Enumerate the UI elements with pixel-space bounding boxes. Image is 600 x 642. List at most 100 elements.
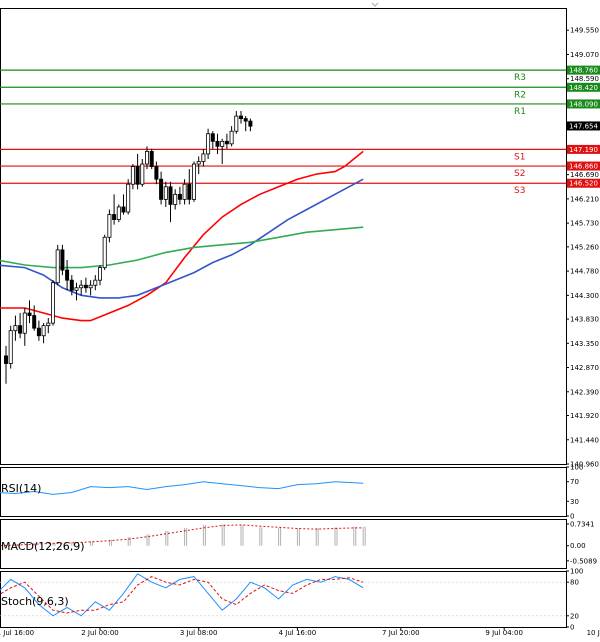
level-price-label-s1: 147.190 bbox=[569, 146, 598, 154]
candle-body bbox=[140, 163, 145, 185]
candle-body bbox=[201, 153, 206, 162]
price-y-tick-label: 146.210 bbox=[570, 195, 599, 203]
rsi-title: RSI(14) bbox=[1, 482, 41, 495]
candle-body bbox=[60, 249, 65, 271]
rsi-y-tick-label: 0 bbox=[570, 513, 574, 521]
price-y-tick-label: 148.590 bbox=[570, 75, 599, 83]
macd-title: MACD(12,26,9) bbox=[1, 540, 85, 553]
candle bbox=[149, 148, 154, 170]
price-y-tick-label: 144.300 bbox=[570, 292, 599, 300]
rsi-y-tick-label: 100 bbox=[570, 464, 583, 472]
level-price-label-r1: 148.090 bbox=[569, 100, 598, 108]
candle bbox=[126, 179, 131, 215]
candle-body bbox=[18, 325, 23, 334]
price-y-tick-label: 141.440 bbox=[570, 436, 599, 444]
candle-body bbox=[27, 312, 32, 316]
candle-body bbox=[168, 186, 173, 205]
price-y-tick-label: 143.350 bbox=[570, 340, 599, 348]
rsi-y-tick-label: 30 bbox=[570, 498, 579, 506]
candle bbox=[191, 161, 196, 202]
chart-window: 149.550149.070148.590148.110147.630147.1… bbox=[0, 0, 600, 638]
macd-panel-frame bbox=[0, 519, 567, 569]
candle-body bbox=[116, 206, 121, 220]
candle-body bbox=[93, 279, 98, 286]
candle-body bbox=[83, 284, 88, 289]
price-y-tick-label: 144.780 bbox=[570, 268, 599, 276]
candle-body bbox=[149, 151, 154, 167]
x-axis-tick-label: 7 Jul 20:00 bbox=[382, 629, 420, 637]
candle-body bbox=[191, 163, 196, 200]
candle-body bbox=[243, 118, 248, 122]
level-price-label-r2: 148.420 bbox=[569, 84, 598, 92]
price-y-tick-label: 141.920 bbox=[570, 412, 599, 420]
candle-body bbox=[173, 193, 178, 205]
price-y-tick-label: 143.830 bbox=[570, 316, 599, 324]
level-name-s3: S3 bbox=[514, 186, 525, 196]
candle-body bbox=[8, 330, 13, 364]
candle-body bbox=[98, 267, 103, 281]
candle-body bbox=[65, 269, 70, 281]
macd-y-tick-label: 0.00 bbox=[570, 542, 586, 550]
price-y-tick-label: 145.260 bbox=[570, 243, 599, 251]
stoch-panel-frame bbox=[0, 571, 567, 628]
candle bbox=[107, 209, 112, 243]
candle-body bbox=[177, 193, 182, 200]
candle bbox=[8, 325, 13, 369]
candle-body bbox=[32, 315, 37, 329]
candle-body bbox=[88, 284, 93, 289]
candle bbox=[51, 280, 56, 326]
candle-body bbox=[224, 140, 229, 145]
macd-y-tick-label: 0.7341 bbox=[570, 520, 595, 528]
price-y-tick-label: 146.690 bbox=[570, 171, 599, 179]
candle-body bbox=[215, 140, 220, 147]
level-name-r2: R2 bbox=[514, 90, 526, 100]
stoch-y-tick-label: 20 bbox=[570, 612, 579, 620]
stoch-y-tick-label: 80 bbox=[570, 579, 579, 587]
stoch-y-tick-label: 0 bbox=[570, 624, 574, 632]
rsi-panel-frame bbox=[0, 467, 567, 517]
candle-body bbox=[36, 327, 41, 337]
stoch-title: Stoch(9,6,3) bbox=[1, 595, 69, 608]
candle-body bbox=[234, 115, 239, 132]
rsi-y-tick-label: 70 bbox=[570, 478, 579, 486]
level-name-r1: R1 bbox=[514, 107, 526, 117]
macd-y-tick-label: -0.5089 bbox=[570, 557, 597, 565]
candle-body bbox=[74, 287, 79, 291]
price-y-tick-label: 142.390 bbox=[570, 388, 599, 396]
candle-body bbox=[163, 186, 168, 200]
candle-body bbox=[130, 166, 135, 185]
candle-body bbox=[107, 214, 112, 238]
candle-body bbox=[126, 183, 131, 213]
x-axis-tick-label: 3 Jul 08:00 bbox=[180, 629, 218, 637]
panel-menu-icon bbox=[371, 2, 379, 7]
chart-svg: 149.550149.070148.590148.110147.630147.1… bbox=[0, 2, 600, 637]
candle-body bbox=[22, 312, 27, 334]
candle-body bbox=[206, 133, 211, 155]
price-y-tick-label: 149.550 bbox=[570, 27, 599, 35]
candle-body bbox=[196, 161, 201, 165]
level-name-s1: S1 bbox=[514, 152, 525, 162]
candle-body bbox=[154, 166, 159, 180]
candle-body bbox=[182, 183, 187, 200]
price-y-tick-label: 145.730 bbox=[570, 220, 599, 228]
candle-body bbox=[4, 355, 9, 364]
candle-body bbox=[41, 325, 46, 337]
candle bbox=[55, 244, 60, 286]
level-price-label-r3: 148.760 bbox=[569, 67, 598, 75]
candle-body bbox=[220, 140, 225, 147]
x-axis-tick-label: 10 Jul 12:00 bbox=[587, 629, 600, 637]
candle-body bbox=[13, 325, 18, 332]
price-y-tick-label: 149.070 bbox=[570, 51, 599, 59]
x-axis-tick-label: 2 Jul 00:00 bbox=[81, 629, 119, 637]
candle-body bbox=[69, 279, 74, 291]
current-price-label: 147.654 bbox=[569, 122, 598, 130]
x-axis-tick-label: 4 Jul 16:00 bbox=[279, 629, 317, 637]
candle-body bbox=[51, 282, 56, 324]
x-axis-tick-label: 1 Jul 16:00 bbox=[0, 629, 34, 637]
candle bbox=[116, 204, 121, 223]
level-price-label-s3: 146.520 bbox=[569, 180, 598, 188]
stoch-y-tick-label: 100 bbox=[570, 568, 583, 576]
candle-body bbox=[159, 178, 164, 200]
level-name-s2: S2 bbox=[514, 169, 525, 179]
candle-body bbox=[210, 133, 215, 142]
